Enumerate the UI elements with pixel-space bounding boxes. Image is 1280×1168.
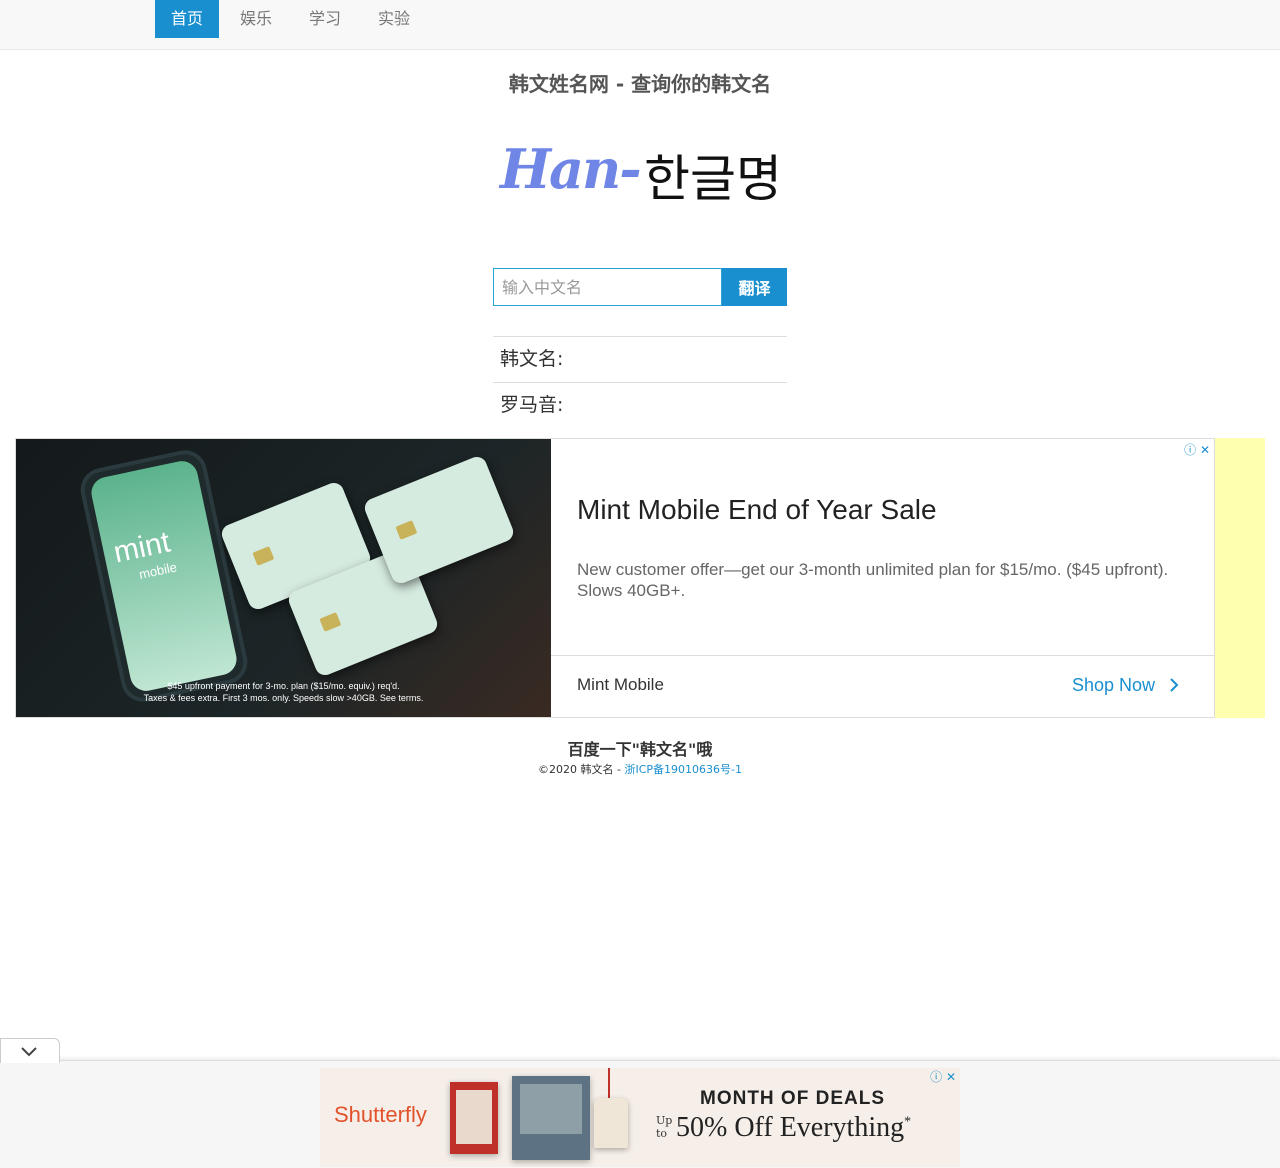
chevron-down-icon	[21, 1047, 37, 1057]
banner-upto: Up to	[656, 1114, 672, 1140]
display-ad[interactable]: mint mobile $45 upfront payment for 3-mo…	[15, 438, 1215, 718]
ornament-string	[608, 1068, 610, 1098]
banner-offer: 50% Off Everything*	[676, 1112, 911, 1144]
ad-description: New customer offer—get our 3-month unlim…	[577, 560, 1169, 600]
site-logo: Han- 한글명	[500, 135, 790, 215]
shop-now-label: Shop Now	[1072, 675, 1156, 695]
shutterfly-logo: Shutterfly	[334, 1102, 427, 1127]
top-navbar: 首页 娱乐 学习 实验	[0, 0, 1280, 50]
romanization-label: 罗马音:	[500, 394, 564, 416]
footer-slogan: 百度一下"韩文名"哦	[567, 740, 713, 759]
logo-korean-text: 한글명	[644, 150, 782, 208]
photo-card-graphic	[512, 1076, 590, 1160]
ad-image[interactable]: mint mobile $45 upfront payment for 3-mo…	[16, 439, 551, 717]
anchor-ad-toggle[interactable]	[0, 1038, 60, 1063]
chevron-right-icon	[1170, 678, 1179, 692]
icp-link[interactable]: 浙ICP备19010636号-1	[624, 763, 742, 776]
korean-name-result: 韩文名:	[493, 336, 787, 381]
banner-upto-line: Up	[656, 1114, 673, 1127]
close-icon[interactable]: ✕	[1200, 443, 1210, 457]
chinese-name-input[interactable]	[493, 268, 722, 306]
phone-graphic: mint mobile	[76, 446, 252, 706]
ad-disclaimer-line: Taxes & fees extra. First 3 mos. only. S…	[143, 693, 424, 703]
ad-divider	[551, 655, 1214, 656]
holiday-card-graphic	[450, 1082, 498, 1154]
shop-now-button[interactable]: Shop Now	[1072, 675, 1180, 696]
banner-upto-line: to	[656, 1127, 668, 1140]
ornament-graphic	[594, 1098, 628, 1148]
ad-disclaimer-line: $45 upfront payment for 3-mo. plan ($15/…	[167, 681, 400, 691]
ad-choices-icons[interactable]: ⓘ ✕	[1184, 441, 1210, 458]
close-icon[interactable]: ✕	[946, 1070, 956, 1084]
nav-item-experiment[interactable]: 实验	[362, 0, 426, 38]
ad-info-icon[interactable]: ⓘ	[930, 1070, 942, 1084]
nav-item-home[interactable]: 首页	[155, 0, 219, 38]
banner-ad-choices[interactable]: ⓘ ✕	[930, 1068, 956, 1085]
anchor-ad-banner[interactable]: Shutterfly MONTH OF DEALS Up to 50% Off …	[320, 1068, 960, 1167]
nav-item-study[interactable]: 学习	[293, 0, 357, 38]
banner-offer-mark: *	[904, 1114, 912, 1130]
ad-advertiser: Mint Mobile	[577, 675, 664, 694]
logo-latin-text: Han-	[500, 137, 642, 201]
ad-headline[interactable]: Mint Mobile End of Year Sale	[577, 494, 937, 526]
banner-offer-text: 50% Off Everything	[676, 1112, 905, 1143]
copyright-text: ©2020 韩文名 -	[538, 763, 625, 776]
footer-copyright: ©2020 韩文名 - 浙ICP备19010636号-1	[0, 761, 1280, 777]
ad-info-icon[interactable]: ⓘ	[1184, 443, 1196, 457]
translate-button[interactable]: 翻译	[722, 268, 787, 306]
nav-item-entertainment[interactable]: 娱乐	[224, 0, 288, 38]
korean-name-label: 韩文名:	[500, 348, 564, 370]
ad-side-filler	[1215, 438, 1265, 718]
page-title: 韩文姓名网 - 查询你的韩文名	[508, 72, 772, 96]
banner-headline: MONTH OF DEALS	[700, 1088, 885, 1109]
romanization-result: 罗马音:	[493, 382, 787, 427]
